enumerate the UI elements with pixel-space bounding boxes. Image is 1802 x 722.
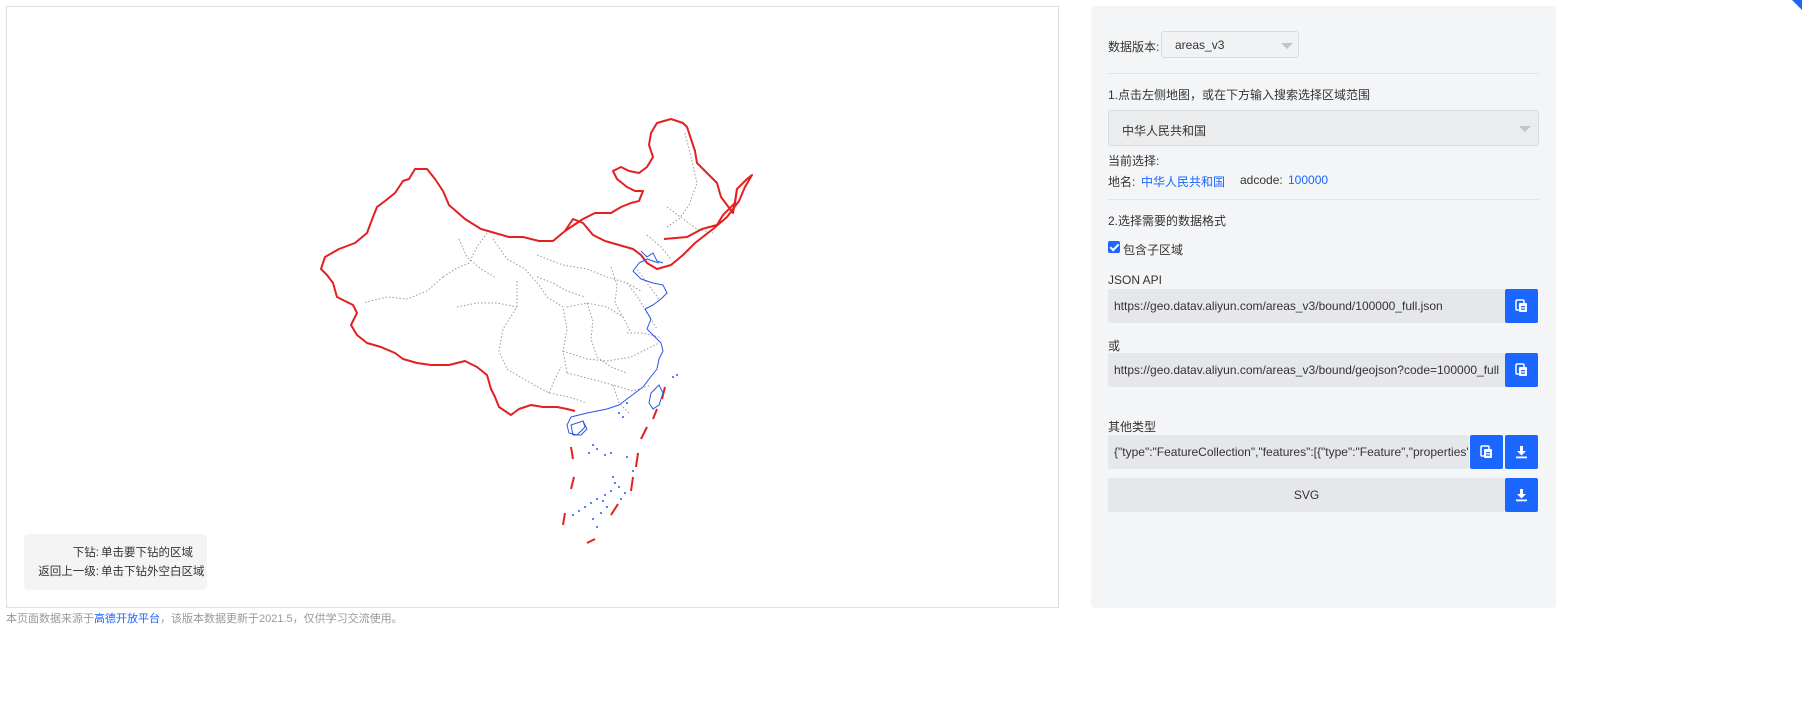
hint-back-label: 返回上一级: — [38, 566, 99, 578]
footer-prefix: 本页面数据来源于 — [6, 613, 94, 625]
or-label: 或 — [1108, 339, 1121, 353]
download-svg-button[interactable] — [1505, 478, 1538, 512]
sidebar: 数据版本: areas_v3 1.点击左侧地图，或在下方输入搜索选择区域范围 中… — [1091, 6, 1556, 608]
chevron-down-icon — [1519, 126, 1531, 132]
map-panel[interactable]: 下钻: 单击要下钻的区域 返回上一级: 单击下钻外空白区域 — [6, 6, 1059, 608]
json-api-url-field[interactable]: https://geo.datav.aliyun.com/areas_v3/bo… — [1108, 289, 1505, 323]
hint-drill-value: 单击要下钻的区域 — [101, 547, 193, 559]
hint-back-value: 单击下钻外空白区域 — [101, 566, 205, 578]
copy-button[interactable] — [1505, 353, 1538, 387]
json-api-url2-field[interactable]: https://geo.datav.aliyun.com/areas_v3/bo… — [1108, 353, 1505, 387]
chevron-down-icon — [1281, 43, 1293, 49]
corner-ribbon — [1792, 0, 1802, 10]
bohai-coast — [640, 250, 664, 264]
nine-dash-line — [562, 386, 666, 544]
json-api-url: https://geo.datav.aliyun.com/areas_v3/bo… — [1114, 299, 1443, 313]
divider — [1108, 199, 1539, 200]
national-border — [320, 168, 753, 416]
northeast-border — [564, 118, 738, 232]
name-value: 中华人民共和国 — [1141, 175, 1226, 189]
region-select-value: 中华人民共和国 — [1122, 124, 1207, 138]
version-select-value: areas_v3 — [1175, 38, 1225, 52]
copy-icon — [1480, 445, 1492, 458]
map-hint-box: 下钻: 单击要下钻的区域 返回上一级: 单击下钻外空白区域 — [24, 534, 207, 590]
amap-link[interactable]: 高德开放平台 — [94, 613, 160, 625]
footer-suffix: ，该版本数据更新于2021.5，仅供学习交流使用。 — [160, 613, 403, 625]
hint-drill-label: 下钻: — [72, 547, 99, 559]
download-icon — [1516, 446, 1527, 459]
other-types-label: 其他类型 — [1108, 420, 1157, 434]
china-map[interactable] — [7, 7, 1060, 609]
copy-button[interactable] — [1470, 435, 1503, 469]
include-subregions-checkbox[interactable] — [1108, 241, 1120, 253]
copy-icon — [1515, 299, 1527, 312]
version-label: 数据版本: — [1108, 40, 1160, 54]
copy-button[interactable] — [1505, 289, 1538, 323]
footer-note: 本页面数据来源于高德开放平台，该版本数据更新于2021.5，仅供学习交流使用。 — [6, 610, 403, 626]
copy-icon — [1515, 363, 1527, 376]
taiwan — [648, 384, 664, 410]
download-geojson-button[interactable] — [1505, 435, 1538, 469]
download-icon — [1516, 489, 1527, 502]
name-label: 地名: — [1108, 175, 1136, 189]
include-subregions-label: 包含子区域 — [1123, 243, 1184, 257]
region-select[interactable]: 中华人民共和国 — [1108, 110, 1539, 146]
province-boundaries — [362, 132, 714, 414]
geojson-preview-field[interactable]: {"type":"FeatureCollection","features":[… — [1108, 435, 1469, 469]
svg-format-bar[interactable]: SVG — [1108, 478, 1505, 512]
adcode-value: 100000 — [1288, 173, 1329, 187]
adcode-label: adcode: — [1240, 173, 1283, 187]
svg-label: SVG — [1293, 488, 1320, 502]
json-api-url2: https://geo.datav.aliyun.com/areas_v3/bo… — [1114, 363, 1500, 377]
geojson-preview: {"type":"FeatureCollection","features":[… — [1114, 445, 1469, 459]
json-api-label: JSON API — [1108, 273, 1163, 287]
version-select[interactable]: areas_v3 — [1161, 31, 1299, 58]
coastline — [566, 258, 668, 436]
divider — [1108, 73, 1539, 74]
step2-label: 2.选择需要的数据格式 — [1108, 214, 1227, 228]
current-selection-label: 当前选择: — [1108, 154, 1160, 168]
step1-label: 1.点击左侧地图，或在下方输入搜索选择区域范围 — [1108, 88, 1371, 102]
